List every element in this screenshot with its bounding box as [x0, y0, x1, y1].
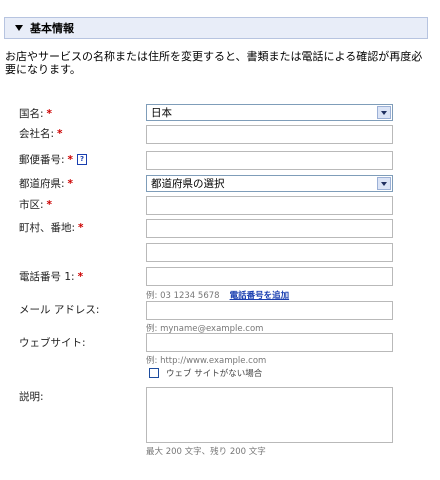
postal-input[interactable]	[146, 151, 393, 170]
street-label: 町村、番地: *	[19, 221, 84, 235]
country-select[interactable]: 日本	[146, 104, 393, 121]
required-marker: *	[77, 270, 84, 283]
required-marker: *	[67, 177, 74, 190]
required-marker: *	[46, 198, 53, 211]
required-marker: *	[67, 153, 74, 166]
description-hint: 最大 200 文字、残り 200 文字	[146, 447, 266, 457]
prefecture-select[interactable]: 都道府県の選択	[146, 175, 393, 192]
no-website-checkbox[interactable]	[149, 368, 159, 378]
street-input-2[interactable]	[146, 243, 393, 262]
country-label: 国名: *	[19, 107, 53, 121]
phone-hint: 例: 03 1234 5678 電話番号を追加	[146, 291, 290, 301]
chevron-down-icon[interactable]	[377, 106, 391, 119]
description-textarea[interactable]	[146, 387, 393, 443]
add-phone-link[interactable]: 電話番号を追加	[230, 291, 290, 301]
required-marker: *	[78, 221, 84, 234]
required-marker: *	[57, 127, 63, 140]
change-notice: お店やサービスの名称または住所を変更すると、書類または電話による確認が再度必要に…	[5, 50, 423, 76]
help-icon[interactable]: ?	[77, 154, 88, 165]
country-select-value: 日本	[151, 107, 172, 119]
chevron-down-icon[interactable]	[377, 177, 391, 190]
company-input[interactable]	[146, 125, 393, 144]
required-marker: *	[46, 107, 53, 120]
email-label: メール アドレス:	[19, 304, 100, 316]
street-input[interactable]	[146, 219, 393, 238]
prefecture-select-value: 都道府県の選択	[151, 178, 225, 190]
company-label: 会社名: *	[19, 127, 63, 141]
section-title: 基本情報	[30, 22, 74, 35]
email-input[interactable]	[146, 301, 393, 320]
postal-label: 郵便番号: * ?	[19, 152, 88, 167]
phone-label: 電話番号 1: *	[19, 270, 84, 284]
website-label: ウェブサイト:	[19, 337, 86, 349]
website-hint: 例: http://www.example.com	[146, 356, 267, 366]
basic-info-section-header[interactable]: 基本情報	[4, 17, 428, 39]
website-input[interactable]	[146, 333, 393, 352]
no-website-label[interactable]: ウェブ サイトがない場合	[166, 367, 262, 379]
city-input[interactable]	[146, 196, 393, 215]
prefecture-label: 都道府県: *	[19, 177, 74, 191]
phone-input[interactable]	[146, 267, 393, 286]
triangle-down-icon[interactable]	[15, 25, 23, 31]
city-label: 市区: *	[19, 198, 53, 212]
description-label: 説明:	[19, 391, 44, 403]
